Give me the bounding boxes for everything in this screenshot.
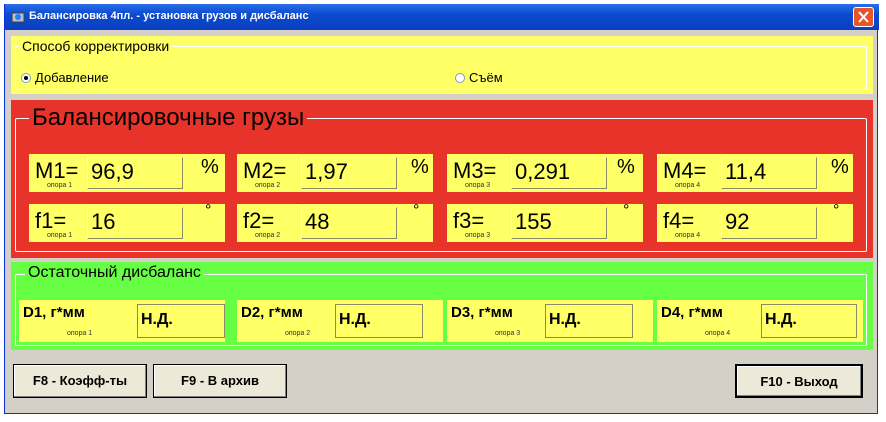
angle-value-3[interactable]: 155 [511,207,607,239]
residual-panel: Остаточный дисбаланс D1, г*мм опора 1 Н.… [11,262,873,350]
angle-label: f3= [453,208,485,233]
weights-legend: Балансировочные грузы [29,104,308,132]
residual-cell-3: D3, г*мм опора 3 Н.Д. [447,300,653,342]
support-label: опора 3 [495,330,521,337]
angle-value-1[interactable]: 16 [87,207,183,239]
balance-window: Балансировка 4пл. - установка грузов и д… [4,4,879,414]
mass-cell-1: M1= опора 1 96,9 % [29,154,225,192]
mass-unit: % [201,156,219,178]
radio-remove[interactable]: Съём [455,70,555,85]
exit-button[interactable]: F10 - Выход [735,364,863,398]
weights-panel: Балансировочные грузы M1= опора 1 96,9 %… [11,100,873,258]
angle-unit: ° [413,202,420,219]
residual-value-4[interactable]: Н.Д. [761,304,857,338]
residual-label: D4, г*мм [661,304,723,321]
angle-value-2[interactable]: 48 [301,207,397,239]
support-label: опора 2 [255,182,281,189]
support-label: опора 3 [465,232,491,239]
mass-unit: % [411,156,429,178]
radio-add-indicator[interactable] [21,73,31,83]
radio-remove-label: Съём [469,70,503,85]
app-icon [11,10,25,24]
angle-cell-1: f1= опора 1 16 ° [29,202,225,242]
support-label: опора 4 [705,330,731,337]
close-icon [858,11,869,23]
support-label: опора 4 [675,182,701,189]
residual-value-3[interactable]: Н.Д. [545,304,633,338]
angle-unit: ° [205,202,212,219]
residual-label: D2, г*мм [241,304,303,321]
mass-value-3[interactable]: 0,291 [511,157,607,189]
support-label: опора 2 [255,232,281,239]
residual-label: D1, г*мм [23,304,85,321]
support-label: опора 3 [465,182,491,189]
angle-label: f4= [663,208,695,233]
angle-unit: ° [833,202,840,219]
mass-value-1[interactable]: 96,9 [87,157,183,189]
mass-label: M4= [663,158,707,183]
mass-label: M3= [453,158,497,183]
mass-value-4[interactable]: 11,4 [721,157,817,189]
mass-label: M2= [243,158,287,183]
residual-cell-2: D2, г*мм опора 2 Н.Д. [237,300,443,342]
radio-add[interactable]: Добавление [21,70,181,85]
archive-button[interactable]: F9 - В архив [153,364,287,398]
close-button[interactable] [853,7,874,27]
mass-unit: % [617,156,635,178]
mass-unit: % [831,156,849,178]
angle-cell-2: f2= опора 2 48 ° [237,202,433,242]
angle-cell-3: f3= опора 3 155 ° [447,202,643,242]
correction-legend: Способ корректировки [19,38,173,54]
mass-value-2[interactable]: 1,97 [301,157,397,189]
angle-label: f2= [243,208,275,233]
mass-label: M1= [35,158,79,183]
support-label: опора 1 [67,330,93,337]
angle-cell-4: f4= опора 4 92 ° [657,202,853,242]
mass-cell-3: M3= опора 3 0,291 % [447,154,643,192]
angle-value-4[interactable]: 92 [721,207,817,239]
residual-cell-1: D1, г*мм опора 1 Н.Д. [19,300,225,342]
radio-add-label: Добавление [35,70,109,85]
mass-cell-4: M4= опора 4 11,4 % [657,154,853,192]
coeffs-button[interactable]: F8 - Коэфф-ты [13,364,147,398]
angle-label: f1= [35,208,67,233]
support-label: опора 1 [47,182,73,189]
residual-label: D3, г*мм [451,304,513,321]
mass-cell-2: M2= опора 2 1,97 % [237,154,433,192]
radio-selected-dot [24,76,28,80]
residual-cell-4: D4, г*мм опора 4 Н.Д. [657,300,863,342]
radio-remove-indicator[interactable] [455,73,465,83]
support-label: опора 1 [47,232,73,239]
window-title: Балансировка 4пл. - установка грузов и д… [29,10,309,22]
residual-legend: Остаточный дисбаланс [25,264,204,282]
support-label: опора 2 [285,330,311,337]
support-label: опора 4 [675,232,701,239]
angle-unit: ° [623,202,630,219]
title-bar[interactable]: Балансировка 4пл. - установка грузов и д… [5,4,879,30]
residual-value-2[interactable]: Н.Д. [335,304,423,338]
correction-panel: Способ корректировки Добавление Съём [11,36,873,94]
residual-value-1[interactable]: Н.Д. [137,304,225,338]
